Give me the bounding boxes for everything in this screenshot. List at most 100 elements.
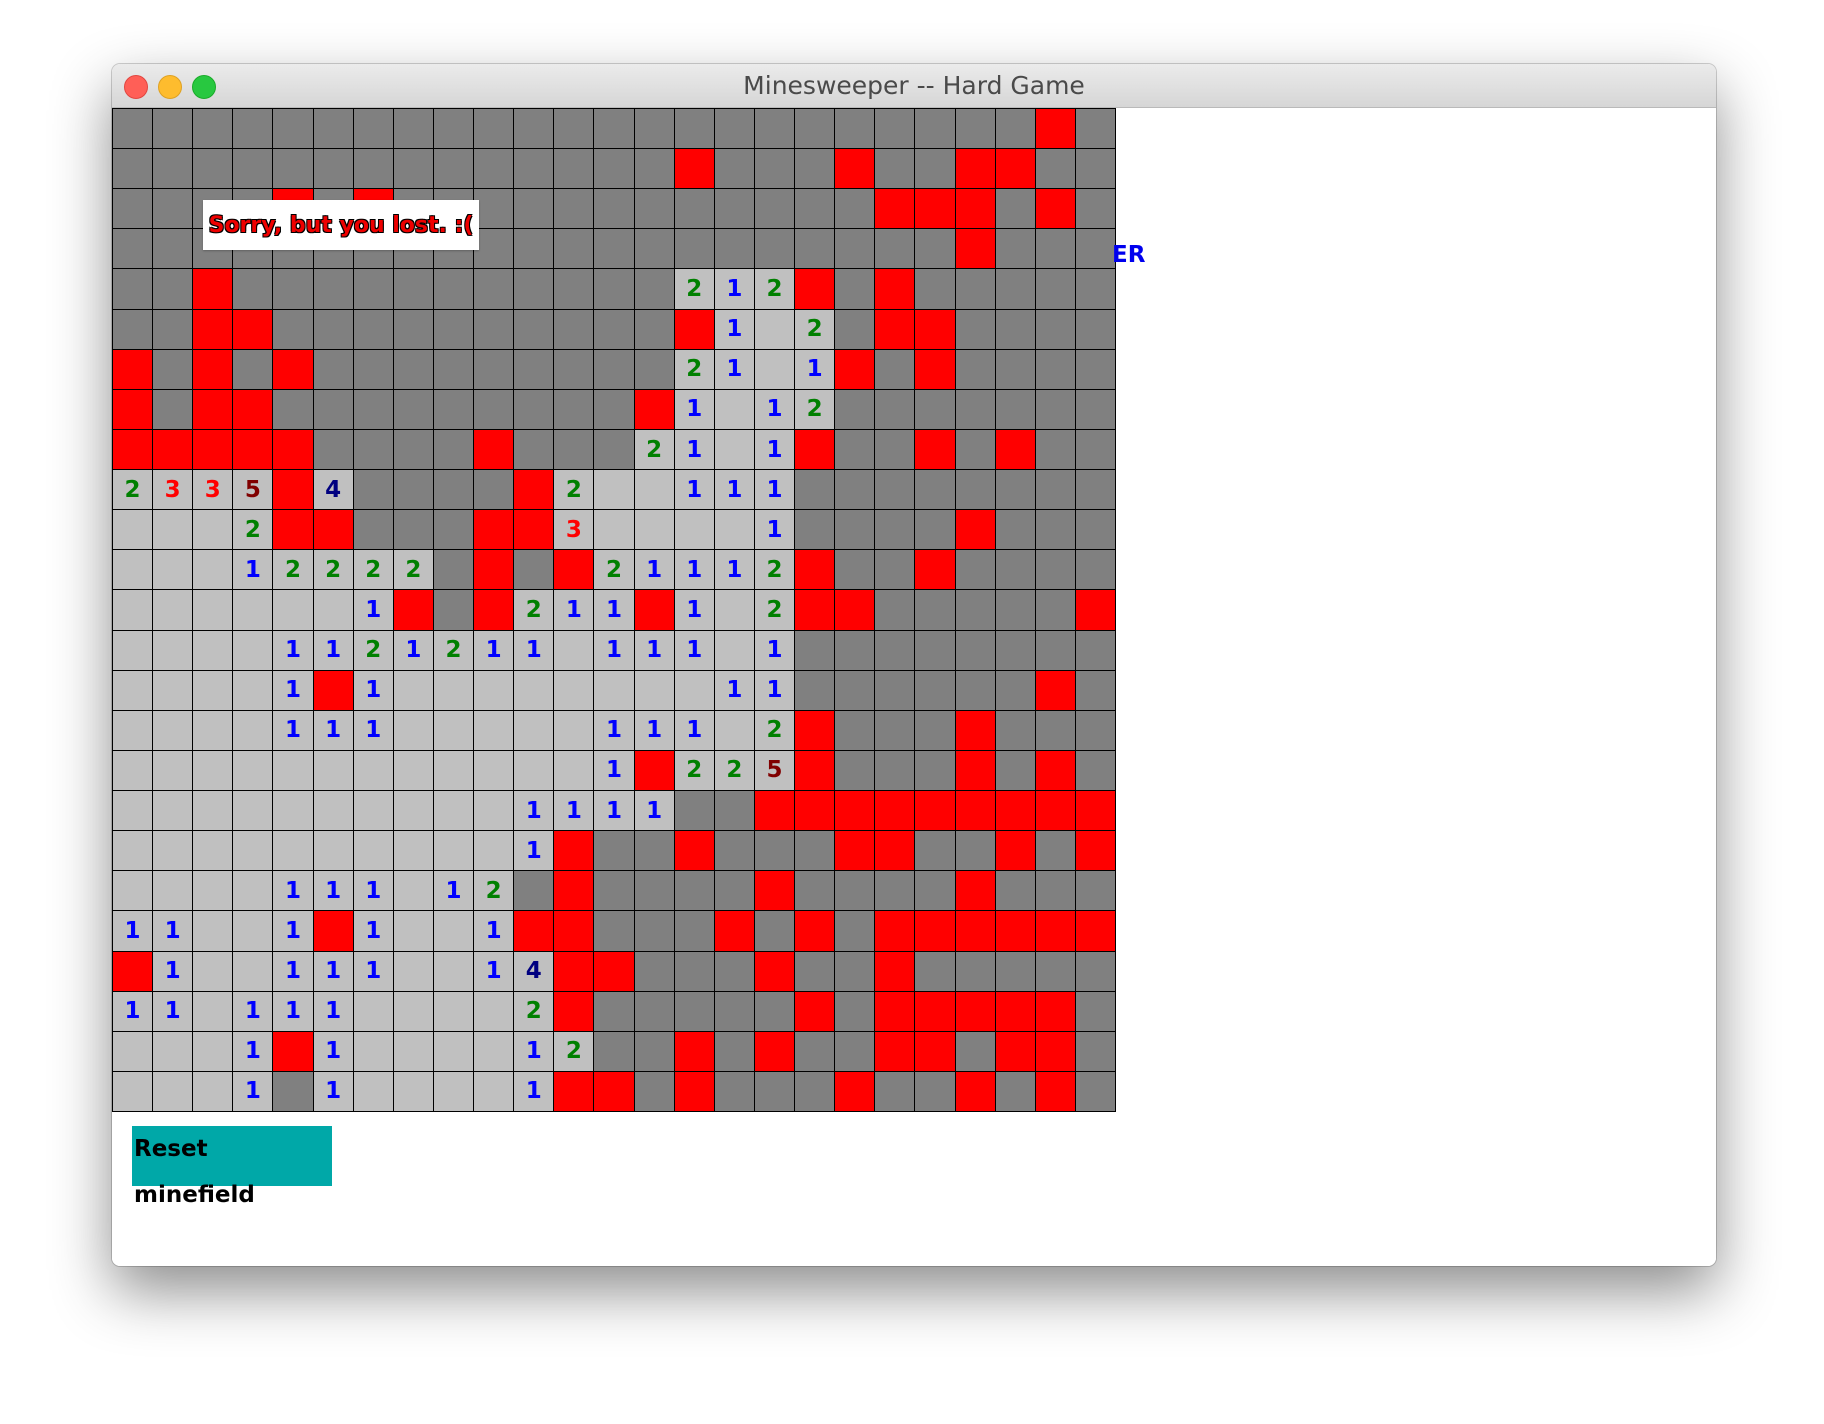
revealed-cell[interactable] <box>112 1070 153 1111</box>
hidden-cell[interactable] <box>1074 188 1115 229</box>
hidden-cell[interactable] <box>994 469 1035 510</box>
revealed-cell[interactable] <box>112 830 153 871</box>
revealed-cell[interactable] <box>513 709 554 750</box>
revealed-cell[interactable] <box>593 469 634 510</box>
hidden-cell[interactable] <box>753 830 795 871</box>
number-cell[interactable]: 1 <box>633 790 674 831</box>
hidden-cell[interactable] <box>352 268 393 309</box>
mine-cell[interactable] <box>633 749 674 791</box>
hidden-cell[interactable] <box>513 870 554 911</box>
hidden-cell[interactable] <box>954 428 995 470</box>
hidden-cell[interactable] <box>794 469 835 510</box>
hidden-cell[interactable] <box>834 669 875 710</box>
hidden-cell[interactable] <box>112 308 153 349</box>
mine-cell[interactable] <box>312 509 353 550</box>
hidden-cell[interactable] <box>513 388 554 429</box>
hidden-cell[interactable] <box>994 709 1035 750</box>
hidden-cell[interactable] <box>794 669 835 710</box>
hidden-cell[interactable] <box>713 830 754 871</box>
hidden-cell[interactable] <box>673 870 714 911</box>
hidden-cell[interactable] <box>954 469 995 510</box>
mine-cell[interactable] <box>1034 990 1075 1031</box>
hidden-cell[interactable] <box>794 1070 835 1111</box>
hidden-cell[interactable] <box>633 990 674 1031</box>
number-cell[interactable]: 2 <box>753 709 795 750</box>
revealed-cell[interactable] <box>192 870 233 911</box>
revealed-cell[interactable] <box>392 1030 433 1071</box>
mine-cell[interactable] <box>673 308 714 349</box>
hidden-cell[interactable] <box>874 469 915 510</box>
revealed-cell[interactable] <box>713 589 754 630</box>
revealed-cell[interactable] <box>473 990 514 1031</box>
number-cell[interactable]: 1 <box>713 268 754 309</box>
hidden-cell[interactable] <box>753 910 795 951</box>
mine-cell[interactable] <box>1034 669 1075 710</box>
hidden-cell[interactable] <box>633 148 674 189</box>
revealed-cell[interactable] <box>753 348 795 389</box>
mine-cell[interactable] <box>954 148 995 189</box>
hidden-cell[interactable] <box>1074 228 1115 269</box>
revealed-cell[interactable] <box>152 790 193 831</box>
hidden-cell[interactable] <box>513 428 554 470</box>
mine-cell[interactable] <box>994 910 1035 951</box>
hidden-cell[interactable] <box>432 148 474 189</box>
mine-cell[interactable] <box>954 910 995 951</box>
hidden-cell[interactable] <box>593 428 634 470</box>
hidden-cell[interactable] <box>834 228 875 269</box>
mine-cell[interactable] <box>673 1070 714 1111</box>
revealed-cell[interactable] <box>392 870 433 911</box>
revealed-cell[interactable] <box>713 709 754 750</box>
hidden-cell[interactable] <box>994 950 1035 991</box>
revealed-cell[interactable] <box>112 870 153 911</box>
mine-cell[interactable] <box>753 870 795 911</box>
mine-cell[interactable] <box>794 268 835 309</box>
mine-cell[interactable] <box>874 188 915 229</box>
hidden-cell[interactable] <box>914 830 955 871</box>
hidden-cell[interactable] <box>392 308 433 349</box>
revealed-cell[interactable] <box>272 830 313 871</box>
revealed-cell[interactable] <box>753 308 795 349</box>
number-cell[interactable]: 1 <box>232 549 273 590</box>
mine-cell[interactable] <box>1034 108 1075 149</box>
hidden-cell[interactable] <box>914 950 955 991</box>
revealed-cell[interactable] <box>713 388 754 429</box>
revealed-cell[interactable] <box>392 709 433 750</box>
hidden-cell[interactable] <box>713 870 754 911</box>
hidden-cell[interactable] <box>914 388 955 429</box>
revealed-cell[interactable] <box>392 990 433 1031</box>
hidden-cell[interactable] <box>713 228 754 269</box>
number-cell[interactable]: 1 <box>272 990 313 1031</box>
hidden-cell[interactable] <box>994 348 1035 389</box>
revealed-cell[interactable] <box>392 1070 433 1111</box>
number-cell[interactable]: 1 <box>352 589 393 630</box>
number-cell[interactable]: 1 <box>593 790 634 831</box>
hidden-cell[interactable] <box>352 348 393 389</box>
hidden-cell[interactable] <box>914 228 955 269</box>
number-cell[interactable]: 1 <box>152 910 193 951</box>
hidden-cell[interactable] <box>432 589 474 630</box>
revealed-cell[interactable] <box>112 629 153 670</box>
hidden-cell[interactable] <box>1034 428 1075 470</box>
hidden-cell[interactable] <box>834 629 875 670</box>
mine-cell[interactable] <box>272 428 313 470</box>
hidden-cell[interactable] <box>1074 469 1115 510</box>
hidden-cell[interactable] <box>713 1070 754 1111</box>
mine-cell[interactable] <box>152 428 193 470</box>
hidden-cell[interactable] <box>794 228 835 269</box>
mine-cell[interactable] <box>914 790 955 831</box>
hidden-cell[interactable] <box>794 870 835 911</box>
number-cell[interactable]: 1 <box>713 348 754 389</box>
hidden-cell[interactable] <box>633 950 674 991</box>
revealed-cell[interactable] <box>152 709 193 750</box>
number-cell[interactable]: 1 <box>352 669 393 710</box>
revealed-cell[interactable] <box>553 709 594 750</box>
hidden-cell[interactable] <box>312 348 353 389</box>
hidden-cell[interactable] <box>272 108 313 149</box>
number-cell[interactable]: 1 <box>112 990 153 1031</box>
hidden-cell[interactable] <box>1034 870 1075 911</box>
mine-cell[interactable] <box>794 990 835 1031</box>
mine-cell[interactable] <box>553 549 594 590</box>
revealed-cell[interactable] <box>192 709 233 750</box>
hidden-cell[interactable] <box>954 108 995 149</box>
number-cell[interactable]: 2 <box>753 549 795 590</box>
